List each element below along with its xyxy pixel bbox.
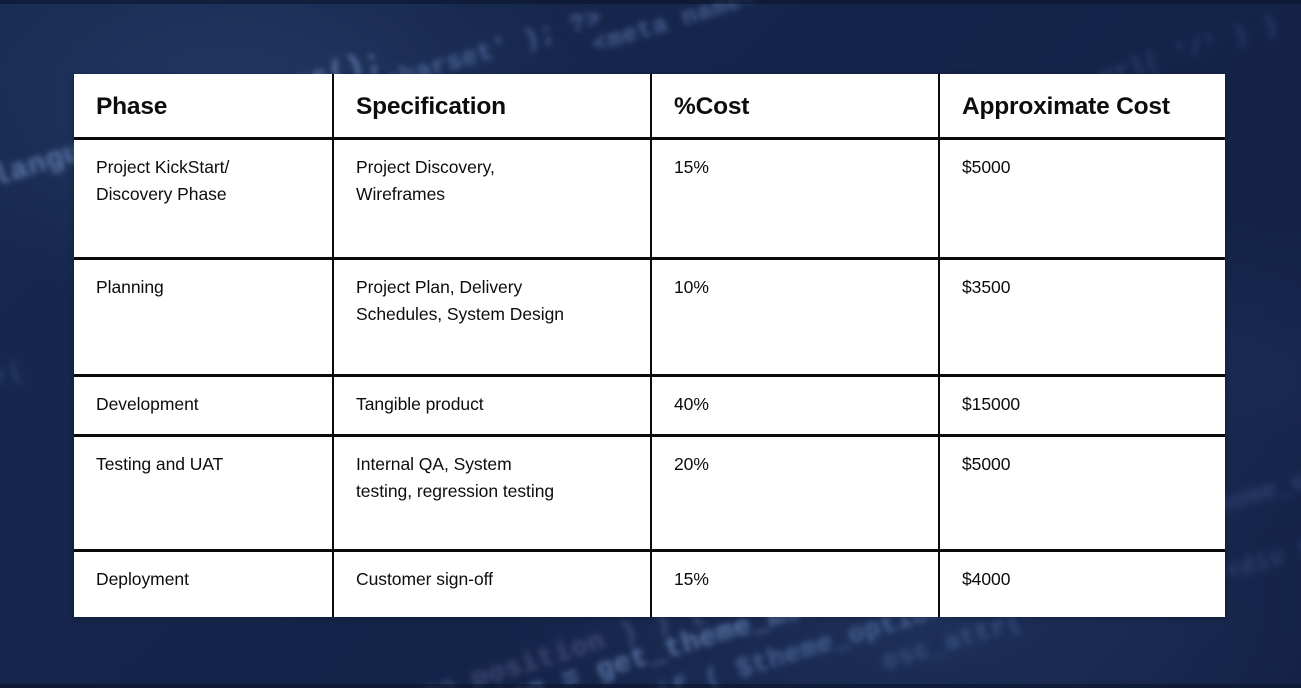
project-phase-cost-table: Phase Specification %Cost Approximate Co… — [74, 74, 1225, 617]
table-row: Project KickStart/ Discovery Phase Proje… — [74, 138, 1225, 261]
cell-phase: Planning — [74, 258, 334, 378]
cell-text: $15000 — [962, 394, 1021, 415]
cell-text: Testing and UAT — [96, 454, 224, 475]
cell-percent-cost: 15% — [651, 550, 940, 617]
cell-specification: Project Plan, Delivery Schedules, System… — [333, 258, 652, 378]
cell-text: 10% — [674, 277, 709, 298]
cell-text: Customer sign-off — [356, 569, 493, 590]
table-body: Project KickStart/ Discovery Phase Proje… — [74, 138, 1225, 617]
cell-specification: Tangible product — [333, 375, 652, 438]
cell-text: 20% — [674, 454, 709, 475]
column-header-specification: Specification — [333, 74, 652, 141]
column-header-label: Phase — [96, 93, 168, 120]
cell-text: $5000 — [962, 454, 1011, 475]
column-header-label: %Cost — [674, 93, 750, 120]
cell-phase: Deployment — [74, 550, 334, 617]
cell-approximate-cost: $5000 — [939, 138, 1225, 261]
cell-specification: Internal QA, System testing, regression … — [333, 435, 652, 553]
cell-approximate-cost: $3500 — [939, 258, 1225, 378]
backdrop-bottom-edge — [0, 684, 1301, 688]
code-fragment: esc_attr( — [878, 606, 1027, 678]
table-row: Planning Project Plan, Delivery Schedule… — [74, 258, 1225, 378]
code-fragment: <div id="page" class="site"> — [1223, 439, 1301, 588]
column-header-label: Approximate Cost — [962, 93, 1170, 120]
cell-text: Project Discovery, Wireframes — [356, 157, 495, 205]
cell-specification: Customer sign-off — [333, 550, 652, 617]
cell-percent-cost: 15% — [651, 138, 940, 261]
cell-approximate-cost: $4000 — [939, 551, 1225, 617]
cell-text: 15% — [674, 569, 709, 590]
column-header-phase: Phase — [74, 74, 334, 141]
cell-phase: Development — [74, 375, 334, 438]
cell-text: $5000 — [962, 157, 1011, 178]
cell-text: Internal QA, System testing, regression … — [356, 454, 555, 502]
cell-text: Project Plan, Delivery Schedules, System… — [356, 277, 564, 325]
cell-text: Planning — [96, 277, 164, 298]
cell-percent-cost: 40% — [651, 375, 940, 438]
cell-phase: Testing and UAT — [74, 435, 334, 553]
cell-phase: Project KickStart/ Discovery Phase — [74, 138, 334, 261]
table-header: Phase Specification %Cost Approximate Co… — [74, 74, 1225, 141]
cell-approximate-cost: $15000 — [939, 375, 1225, 438]
cell-text: $4000 — [962, 569, 1011, 590]
column-header-percent-cost: %Cost — [651, 74, 940, 141]
backdrop-top-edge — [0, 0, 1301, 4]
table-row: Development Tangible product 40% $15000 — [74, 375, 1225, 438]
cell-text: 40% — [674, 394, 709, 415]
table-row: Testing and UAT Internal QA, System test… — [74, 435, 1225, 553]
cell-specification: Project Discovery, Wireframes — [333, 138, 652, 261]
cell-approximate-cost: $5000 — [939, 435, 1225, 553]
code-fragment: <meta name="viewport" content="width=dev… — [589, 0, 1301, 60]
cell-percent-cost: 10% — [651, 258, 940, 378]
code-fragment: esc_attr( — [0, 358, 28, 424]
cell-text: Development — [96, 394, 199, 415]
column-header-approximate-cost: Approximate Cost — [939, 74, 1225, 141]
table-header-row: Phase Specification %Cost Approximate Co… — [74, 74, 1225, 141]
cell-text: 15% — [674, 157, 709, 178]
cell-text: Tangible product — [356, 394, 484, 415]
cell-text: $3500 — [962, 277, 1011, 298]
table-container: Phase Specification %Cost Approximate Co… — [74, 74, 1225, 617]
column-header-label: Specification — [356, 93, 506, 120]
cell-text: Project KickStart/ Discovery Phase — [96, 157, 230, 205]
cell-percent-cost: 20% — [651, 435, 940, 553]
cell-text: Deployment — [96, 569, 189, 590]
table-row: Deployment Customer sign-off 15% $4000 — [74, 550, 1225, 617]
